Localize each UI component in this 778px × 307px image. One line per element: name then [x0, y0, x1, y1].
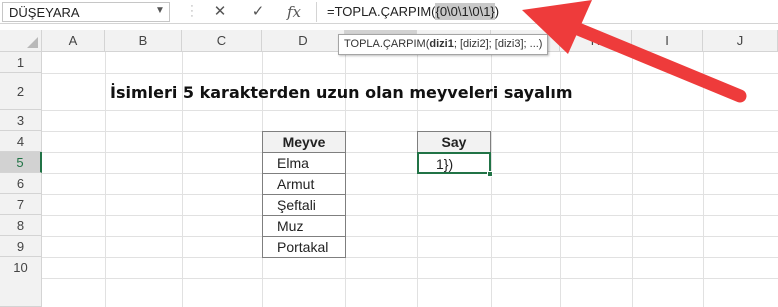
- annotation-arrow-icon: [522, 0, 747, 103]
- fruit-cell[interactable]: Elma: [262, 152, 346, 174]
- gridline: [42, 173, 778, 174]
- gridline: [42, 278, 778, 279]
- formula-prefix: =TOPLA.ÇARPIM(: [327, 4, 436, 19]
- cancel-icon[interactable]: ✕: [206, 1, 234, 23]
- row-header-6[interactable]: 6: [0, 173, 42, 194]
- fruit-cell[interactable]: Şeftali: [262, 194, 346, 216]
- row-header-4[interactable]: 4: [0, 131, 42, 152]
- row-header-7[interactable]: 7: [0, 194, 42, 215]
- column-header-d[interactable]: D: [262, 30, 345, 52]
- fruit-table-header[interactable]: Meyve: [262, 131, 346, 153]
- gridline: [42, 131, 778, 132]
- select-all-triangle-icon: [27, 37, 38, 48]
- gridline: [42, 194, 778, 195]
- gridline: [42, 257, 778, 258]
- active-cell-e5[interactable]: 1}): [417, 152, 491, 174]
- column-header-b[interactable]: B: [105, 30, 182, 52]
- fruit-cell[interactable]: Muz: [262, 215, 346, 237]
- fx-icon[interactable]: fx: [280, 1, 308, 23]
- count-table-header[interactable]: Say: [417, 131, 491, 153]
- column-header-a[interactable]: A: [42, 30, 105, 52]
- fruit-cell[interactable]: Portakal: [262, 236, 346, 258]
- gridline: [42, 236, 778, 237]
- column-header-c[interactable]: C: [182, 30, 262, 52]
- fruit-cell[interactable]: Armut: [262, 173, 346, 195]
- row-header-3[interactable]: 3: [0, 110, 42, 131]
- formula-input[interactable]: =TOPLA.ÇARPIM({0\0\1\0\1}): [327, 1, 499, 23]
- row-header-2[interactable]: 2: [0, 73, 42, 110]
- gridline: [42, 152, 778, 153]
- formula-selection: {0\0\1\0\1}: [435, 3, 495, 20]
- formula-bar-divider: [316, 2, 317, 22]
- name-box[interactable]: DÜŞEYARA: [2, 2, 170, 22]
- gridline: [105, 52, 106, 307]
- enter-icon[interactable]: ✓: [244, 1, 272, 23]
- name-box-dropdown-icon[interactable]: ▼: [155, 5, 165, 16]
- row-header-9[interactable]: 9: [0, 236, 42, 257]
- row-header-1[interactable]: 1: [0, 52, 42, 73]
- gridline: [42, 215, 778, 216]
- row-header-8[interactable]: 8: [0, 215, 42, 236]
- tooltip-current-arg[interactable]: dizi1: [429, 38, 453, 50]
- row-header-10[interactable]: 10: [0, 257, 42, 307]
- tooltip-function[interactable]: TOPLA.ÇARPIM(: [344, 38, 429, 50]
- fill-handle[interactable]: [487, 171, 493, 177]
- formula-bar-grip-icon[interactable]: · · ·: [189, 1, 195, 22]
- row-header-5[interactable]: 5: [0, 152, 42, 173]
- formula-suffix: ): [494, 4, 500, 19]
